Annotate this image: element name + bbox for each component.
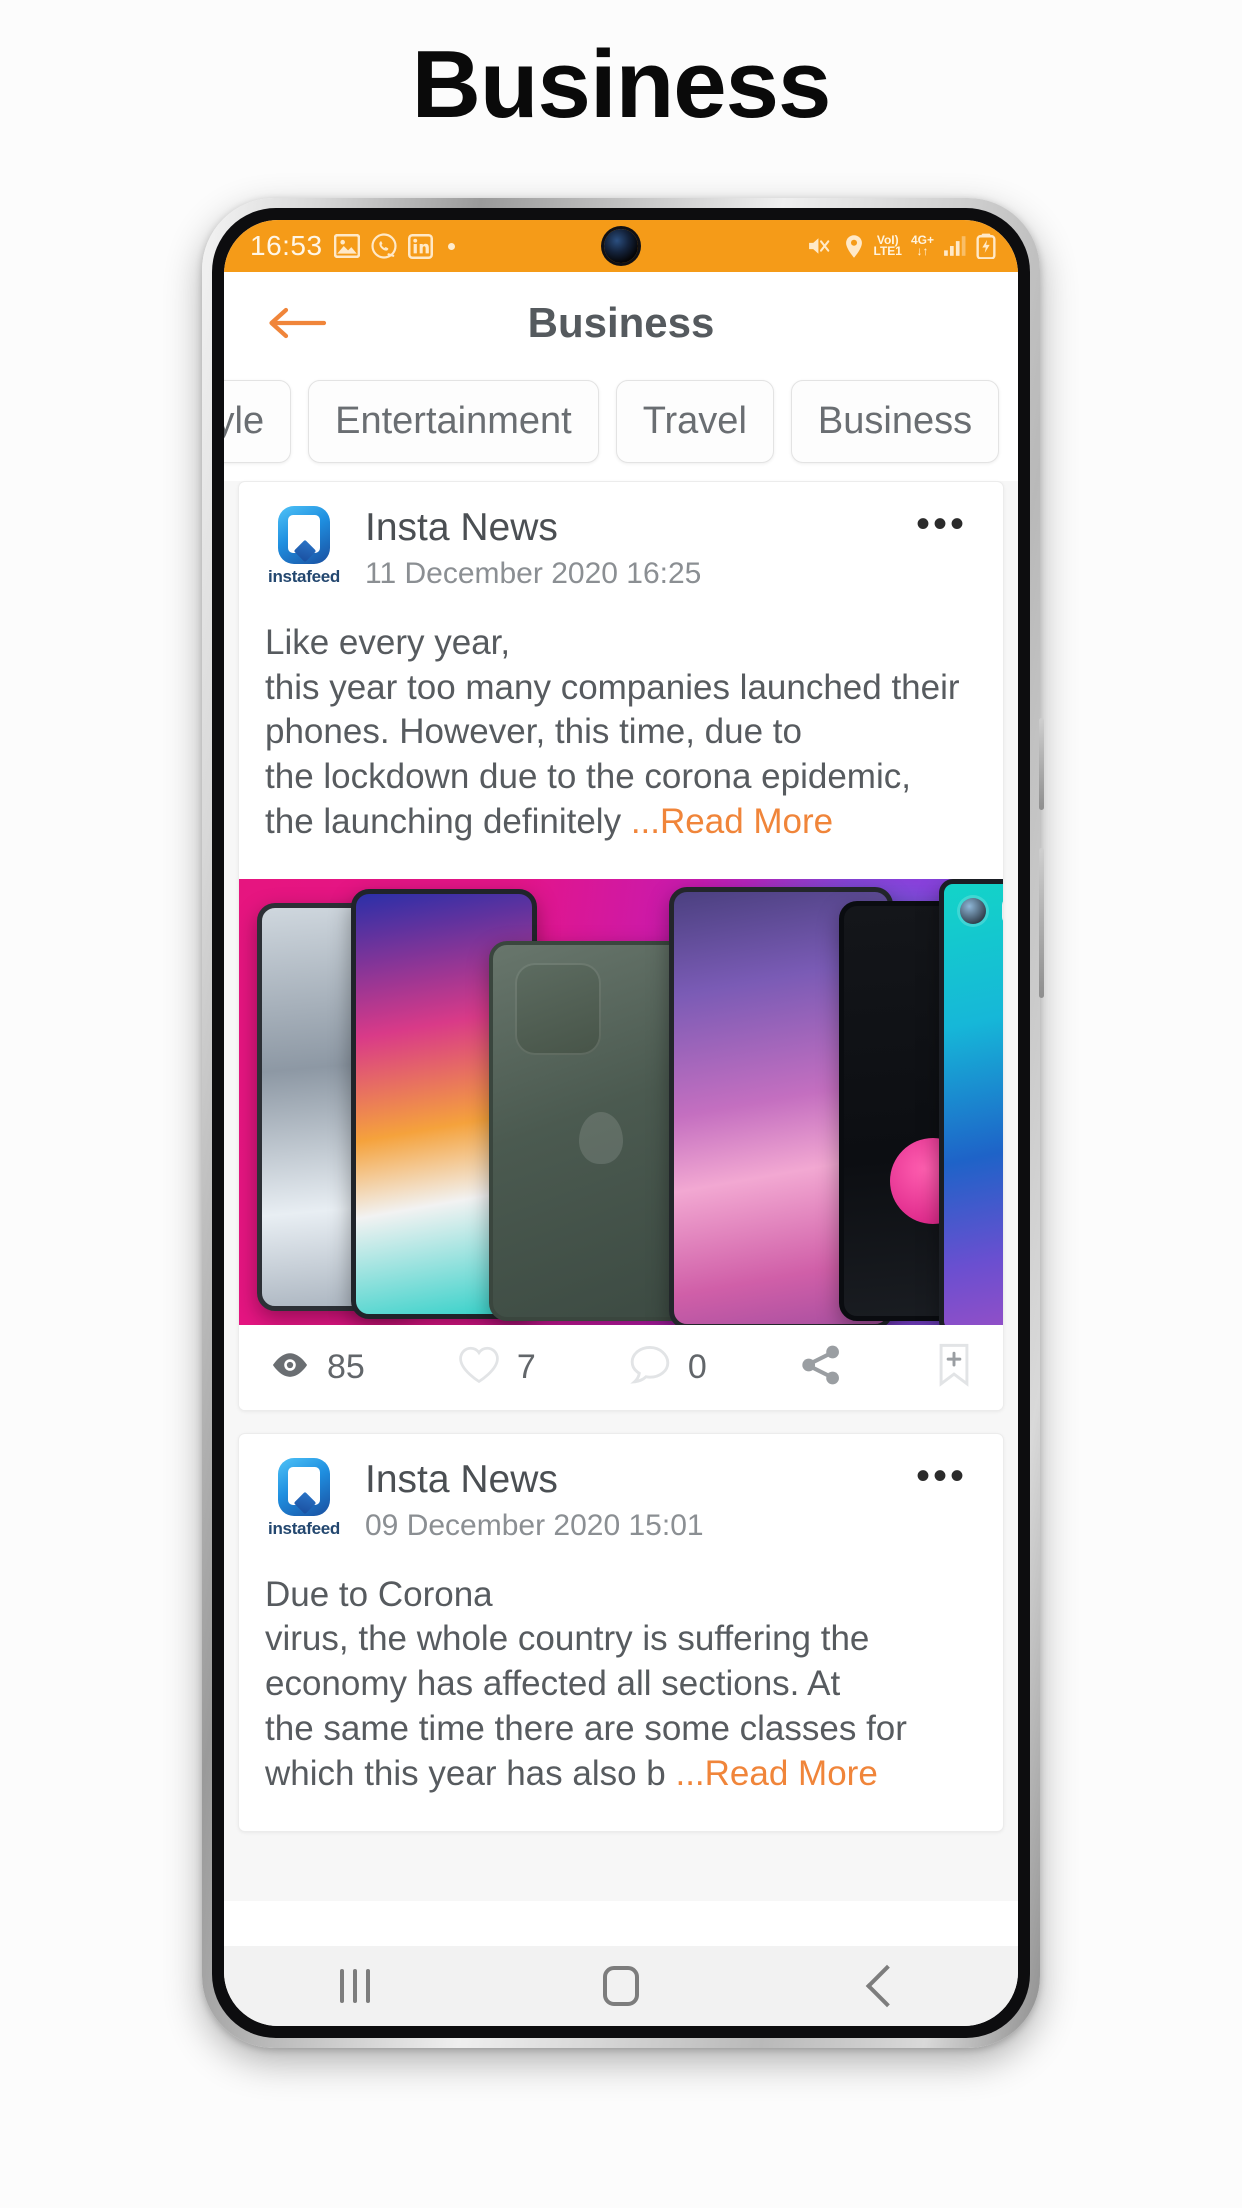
post-options-button[interactable]: ••• (916, 1456, 977, 1496)
read-more-link[interactable]: ...Read More (631, 802, 833, 841)
back-arrow-icon[interactable] (266, 303, 328, 343)
phone-mockup: 16:53 VoI) LTE1 4G+ ↓↑ Business yle Ente… (202, 198, 1044, 2048)
phone-photo-6 (939, 878, 1003, 1325)
heart-icon[interactable] (457, 1345, 501, 1390)
post-body-line: this year too many companies launched th… (265, 667, 960, 707)
post-body-last-line: the launching definitely ...Read More (265, 800, 977, 845)
post-meta: Insta News 09 December 2020 15:01 (343, 1458, 916, 1543)
post-author: Insta News (365, 1457, 558, 1501)
share-action[interactable] (799, 1344, 843, 1391)
post-body-line: phones. However, this time, due to (265, 712, 802, 752)
comment-icon[interactable] (628, 1344, 672, 1391)
post-card[interactable]: instafeed Insta News 09 December 2020 15… (238, 1432, 1004, 1832)
post-header: instafeed Insta News 11 December 2020 16… (239, 482, 1003, 601)
share-icon[interactable] (799, 1344, 843, 1391)
views-count: 85 (327, 1347, 365, 1386)
post-body-line: Due to Corona (265, 1574, 493, 1614)
power-button[interactable] (1039, 848, 1044, 998)
notification-dot-icon (447, 242, 455, 250)
signal-bars-icon (943, 235, 967, 257)
battery-charging-icon (976, 233, 996, 259)
avatar-label: instafeed (268, 567, 340, 586)
post-body-line: the same time there are some classes for (265, 1709, 907, 1749)
status-bar: 16:53 VoI) LTE1 4G+ ↓↑ (224, 220, 1018, 272)
category-tabs[interactable]: tyle Entertainment Travel Business (224, 374, 1018, 481)
post-meta: Insta News 11 December 2020 16:25 (343, 506, 916, 591)
post-body-last-line: which this year has also b ...Read More (265, 1752, 977, 1797)
recents-button[interactable] (340, 1969, 371, 2003)
phone-bezel: 16:53 VoI) LTE1 4G+ ↓↑ Business yle Ente… (212, 208, 1030, 2038)
whatsapp-icon (371, 233, 397, 259)
linkedin-icon (407, 233, 433, 259)
post-options-button[interactable]: ••• (916, 504, 977, 544)
back-button[interactable] (865, 1964, 908, 2008)
home-button[interactable] (602, 1966, 639, 2006)
news-feed[interactable]: instafeed Insta News 11 December 2020 16… (224, 481, 1018, 1901)
avatar: instafeed (265, 1457, 343, 1539)
likes-count: 7 (516, 1347, 536, 1386)
post-body-line: virus, the whole country is suffering th… (265, 1619, 870, 1659)
camera-lens-icon (563, 988, 591, 1017)
post-image[interactable] (239, 878, 1003, 1325)
post-body: Like every year, this year too many comp… (239, 601, 1003, 879)
instafeed-logo-icon (278, 1457, 330, 1516)
likes-stat[interactable]: 7 (457, 1345, 536, 1390)
tab-entertainment[interactable]: Entertainment (308, 380, 599, 463)
post-date: 11 December 2020 16:25 (365, 556, 702, 590)
post-date: 09 December 2020 15:01 (365, 1508, 704, 1542)
read-more-link[interactable]: ...Read More (675, 1754, 877, 1793)
engagement-bar[interactable]: 85 7 0 (239, 1324, 1003, 1410)
apple-logo-icon (579, 1112, 623, 1165)
bookmark-add-icon[interactable] (935, 1343, 973, 1392)
post-header: instafeed Insta News 09 December 2020 15… (239, 1434, 1003, 1553)
post-body-line-text: which this year has also b (265, 1753, 676, 1793)
tab-lifestyle[interactable]: tyle (224, 380, 292, 463)
eye-icon (269, 1351, 311, 1384)
instafeed-logo-icon (278, 506, 330, 564)
status-bar-left: 16:53 (250, 230, 455, 262)
post-body: Due to Corona virus, the whole country i… (239, 1553, 1003, 1831)
bookmark-action[interactable] (935, 1343, 973, 1392)
phone-screen: 16:53 VoI) LTE1 4G+ ↓↑ Business yle Ente… (224, 220, 1018, 2026)
flash-icon (1002, 897, 1003, 924)
status-bar-right: VoI) LTE1 4G+ ↓↑ (807, 233, 996, 259)
avatar-label: instafeed (268, 1518, 340, 1538)
status-time: 16:53 (250, 230, 323, 261)
camera-lens-icon (525, 972, 553, 1001)
network-4gplus-icon: 4G+ ↓↑ (910, 233, 934, 258)
location-icon (843, 234, 865, 259)
post-body-line: Like every year, (265, 622, 511, 662)
post-body-line-text: the launching definitely (265, 802, 631, 842)
volume-button[interactable] (1039, 718, 1044, 810)
post-body-line: the lockdown due to the corona epidemic, (265, 757, 911, 797)
front-camera-punch-hole (604, 229, 638, 263)
views-stat[interactable]: 85 (269, 1348, 365, 1387)
avatar: instafeed (265, 506, 343, 587)
app-header: Business (224, 272, 1018, 374)
comments-count: 0 (687, 1347, 707, 1386)
app-bar-title: Business (527, 299, 715, 346)
mute-vibrate-icon (807, 234, 834, 258)
page-title: Business (411, 31, 832, 138)
camera-lens-icon (525, 1012, 553, 1041)
post-author: Insta News (365, 506, 558, 549)
gallery-icon (333, 234, 360, 258)
post-card[interactable]: instafeed Insta News 11 December 2020 16… (238, 481, 1004, 1411)
comments-stat[interactable]: 0 (628, 1344, 707, 1391)
volte-icon: VoI) LTE1 (873, 233, 902, 258)
system-navigation-bar[interactable] (224, 1946, 1018, 2026)
tab-travel[interactable]: Travel (615, 380, 774, 463)
tab-business[interactable]: Business (790, 380, 1000, 463)
post-body-line: economy has affected all sections. At (265, 1664, 841, 1704)
camera-lens-icon (960, 897, 986, 924)
